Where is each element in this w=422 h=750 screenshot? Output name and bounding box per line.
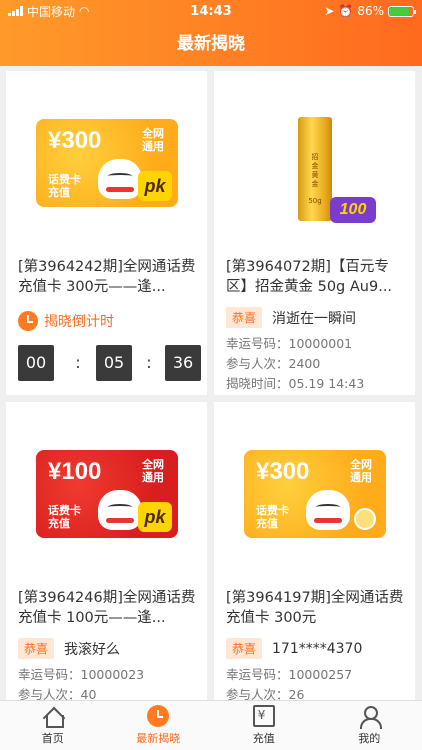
results-grid: ¥300 全网 通用 话费卡 充值 pk [第3964242期]全网通话费充值卡 3… bbox=[0, 66, 422, 700]
recharge-icon bbox=[252, 705, 275, 727]
product-title: [第3964072期]【百元专区】招金黄金 50g Au9... bbox=[226, 259, 393, 295]
card-amount: ¥300 bbox=[256, 458, 310, 485]
result-card[interactable]: ¥300 全网 通用 话费卡 充值 pk [第3964242期]全网通话费充值卡 3… bbox=[6, 71, 207, 395]
carrier-label: 中国移动 bbox=[27, 4, 76, 19]
lucky-number: 幸运号码：10000001 bbox=[226, 336, 353, 351]
gold-bar-text: 招金黄金 bbox=[311, 153, 319, 188]
alarm-clock-icon bbox=[147, 705, 170, 727]
countdown-timer: 00 : 05 : 36 bbox=[18, 345, 201, 381]
congrats-badge: 恭喜 bbox=[226, 638, 263, 659]
tab-latest-results[interactable]: 最新揭晓 bbox=[106, 701, 212, 750]
pk-badge: pk bbox=[138, 502, 172, 532]
tab-bar: 首页 最新揭晓 充值 我的 bbox=[0, 700, 422, 750]
hundred-badge: 100 bbox=[330, 197, 376, 223]
lucky-cat-icon bbox=[306, 490, 350, 530]
alarm-icon: ⏰ bbox=[338, 4, 354, 18]
alarm-clock-icon bbox=[18, 311, 38, 331]
result-card[interactable]: ¥300 全网 通用 话费卡 充值 [第3964197期]全网通话费充值卡 300元… bbox=[214, 402, 415, 700]
tab-label: 充值 bbox=[252, 732, 275, 745]
battery-percent: 86% bbox=[357, 4, 384, 18]
participant-count: 参与人次：40 bbox=[18, 687, 97, 700]
congrats-badge: 恭喜 bbox=[226, 307, 263, 328]
gold-bar-image: 招金黄金 50g bbox=[298, 117, 332, 221]
timer-minutes: 05 bbox=[96, 345, 132, 381]
timer-seconds: 36 bbox=[165, 345, 201, 381]
card-amount: ¥100 bbox=[48, 458, 102, 485]
result-card[interactable]: ¥100 全网 通用 话费卡 充值 pk [第3964246期]全网通话费充值卡 1… bbox=[6, 402, 207, 700]
lucky-number: 幸运号码：10000257 bbox=[226, 667, 353, 682]
participant-count: 参与人次：26 bbox=[226, 687, 305, 700]
timer-hours: 00 bbox=[18, 345, 54, 381]
tab-label: 最新揭晓 bbox=[136, 732, 181, 745]
product-title: [第3964242期]全网通话费充值卡 300元——逢... bbox=[18, 259, 196, 295]
product-image: ¥100 全网 通用 话费卡 充值 pk bbox=[6, 402, 207, 582]
card-tag-label: 话费卡 充值 bbox=[256, 504, 289, 530]
result-card[interactable]: 招金黄金 50g 100 [第3964072期]【百元专区】招金黄金 50g A… bbox=[214, 71, 415, 395]
winner-row: 恭喜 我滚好么 bbox=[18, 638, 120, 659]
product-title: [第3964246期]全网通话费充值卡 100元——逢... bbox=[18, 590, 196, 626]
countdown-label: 揭晓倒计时 bbox=[18, 311, 114, 331]
recharge-card-image: ¥100 全网 通用 话费卡 充值 pk bbox=[36, 450, 178, 538]
winner-row: 恭喜 消逝在一瞬间 bbox=[226, 307, 356, 328]
card-net-label: 全网 通用 bbox=[350, 458, 372, 484]
card-net-label: 全网 通用 bbox=[142, 127, 164, 153]
status-right: ➤ ⏰ 86% bbox=[264, 4, 416, 18]
winner-name: 171****4370 bbox=[272, 640, 363, 657]
tab-home[interactable]: 首页 bbox=[0, 701, 106, 750]
card-tag-label: 话费卡 充值 bbox=[48, 173, 81, 199]
coin-icon bbox=[354, 508, 376, 530]
wifi-icon: ◠ bbox=[79, 4, 90, 18]
status-time: 14:43 bbox=[190, 3, 232, 19]
timer-colon: : bbox=[75, 353, 81, 372]
card-amount: ¥300 bbox=[48, 127, 102, 154]
battery-icon bbox=[388, 5, 416, 17]
winner-row: 恭喜 171****4370 bbox=[226, 638, 362, 659]
card-tag-label: 话费卡 充值 bbox=[48, 504, 81, 530]
product-image: 招金黄金 50g 100 bbox=[214, 71, 415, 251]
lucky-cat-icon bbox=[98, 159, 142, 199]
tab-recharge[interactable]: 充值 bbox=[211, 701, 317, 750]
product-image: ¥300 全网 通用 话费卡 充值 bbox=[214, 402, 415, 582]
reveal-time: 揭晓时间：05.19 14:43 bbox=[226, 376, 365, 391]
participant-count: 参与人次：2400 bbox=[226, 356, 321, 371]
winner-name: 消逝在一瞬间 bbox=[272, 310, 357, 327]
user-icon bbox=[358, 705, 383, 729]
tab-label: 我的 bbox=[358, 732, 381, 745]
product-image: ¥300 全网 通用 话费卡 充值 pk bbox=[6, 71, 207, 251]
location-icon: ➤ bbox=[324, 4, 335, 18]
congrats-badge: 恭喜 bbox=[18, 638, 55, 659]
lucky-number: 幸运号码：10000023 bbox=[18, 667, 145, 682]
lucky-cat-icon bbox=[98, 490, 142, 530]
home-icon bbox=[42, 705, 64, 728]
signal-icon bbox=[8, 6, 23, 16]
recharge-card-image: ¥300 全网 通用 话费卡 充值 bbox=[244, 450, 386, 538]
timer-colon: : bbox=[146, 353, 152, 372]
tab-label: 首页 bbox=[41, 732, 64, 745]
status-bar: 中国移动 ◠ 14:43 ➤ ⏰ 86% bbox=[0, 0, 422, 22]
gold-bar-weight: 50g bbox=[308, 197, 322, 205]
tab-mine[interactable]: 我的 bbox=[317, 701, 422, 750]
pk-badge: pk bbox=[138, 171, 172, 201]
product-title: [第3964197期]全网通话费充值卡 300元 bbox=[226, 590, 404, 626]
page-title: 最新揭晓 bbox=[0, 22, 422, 66]
recharge-card-image: ¥300 全网 通用 话费卡 充值 pk bbox=[36, 119, 178, 207]
countdown-text: 揭晓倒计时 bbox=[44, 314, 114, 330]
card-net-label: 全网 通用 bbox=[142, 458, 164, 484]
status-left: 中国移动 ◠ bbox=[8, 3, 158, 20]
winner-name: 我滚好么 bbox=[64, 641, 121, 658]
